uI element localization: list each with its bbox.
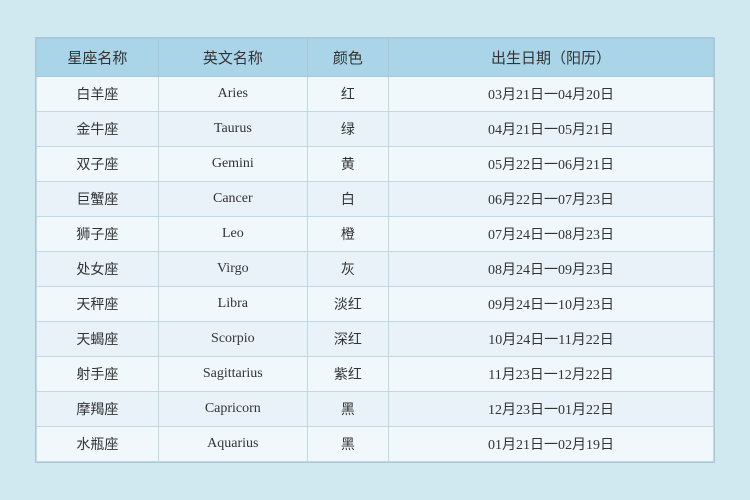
cell-chinese: 金牛座: [37, 112, 159, 147]
cell-date: 06月22日一07月23日: [389, 182, 714, 217]
cell-chinese: 处女座: [37, 252, 159, 287]
cell-color: 淡红: [307, 287, 388, 322]
cell-color: 紫红: [307, 357, 388, 392]
header-color: 颜色: [307, 39, 388, 77]
cell-chinese: 巨蟹座: [37, 182, 159, 217]
cell-date: 10月24日一11月22日: [389, 322, 714, 357]
cell-color: 黑: [307, 427, 388, 462]
cell-color: 绿: [307, 112, 388, 147]
table-row: 金牛座Taurus绿04月21日一05月21日: [37, 112, 714, 147]
cell-english: Sagittarius: [158, 357, 307, 392]
table-row: 狮子座Leo橙07月24日一08月23日: [37, 217, 714, 252]
table-row: 处女座Virgo灰08月24日一09月23日: [37, 252, 714, 287]
cell-color: 灰: [307, 252, 388, 287]
cell-date: 08月24日一09月23日: [389, 252, 714, 287]
cell-english: Cancer: [158, 182, 307, 217]
cell-chinese: 天秤座: [37, 287, 159, 322]
cell-english: Libra: [158, 287, 307, 322]
cell-color: 黑: [307, 392, 388, 427]
cell-date: 03月21日一04月20日: [389, 77, 714, 112]
cell-date: 05月22日一06月21日: [389, 147, 714, 182]
cell-chinese: 白羊座: [37, 77, 159, 112]
cell-chinese: 天蝎座: [37, 322, 159, 357]
cell-color: 红: [307, 77, 388, 112]
cell-chinese: 双子座: [37, 147, 159, 182]
zodiac-table-container: 星座名称 英文名称 颜色 出生日期（阳历） 白羊座Aries红03月21日一04…: [35, 37, 715, 463]
header-chinese: 星座名称: [37, 39, 159, 77]
cell-chinese: 水瓶座: [37, 427, 159, 462]
cell-english: Capricorn: [158, 392, 307, 427]
cell-english: Aquarius: [158, 427, 307, 462]
cell-date: 07月24日一08月23日: [389, 217, 714, 252]
cell-date: 01月21日一02月19日: [389, 427, 714, 462]
cell-color: 白: [307, 182, 388, 217]
cell-date: 04月21日一05月21日: [389, 112, 714, 147]
cell-date: 09月24日一10月23日: [389, 287, 714, 322]
header-date: 出生日期（阳历）: [389, 39, 714, 77]
table-row: 巨蟹座Cancer白06月22日一07月23日: [37, 182, 714, 217]
table-row: 天秤座Libra淡红09月24日一10月23日: [37, 287, 714, 322]
table-header-row: 星座名称 英文名称 颜色 出生日期（阳历）: [37, 39, 714, 77]
table-row: 射手座Sagittarius紫红11月23日一12月22日: [37, 357, 714, 392]
cell-color: 橙: [307, 217, 388, 252]
table-row: 摩羯座Capricorn黑12月23日一01月22日: [37, 392, 714, 427]
cell-date: 12月23日一01月22日: [389, 392, 714, 427]
cell-color: 黄: [307, 147, 388, 182]
cell-chinese: 狮子座: [37, 217, 159, 252]
cell-color: 深红: [307, 322, 388, 357]
cell-english: Leo: [158, 217, 307, 252]
cell-english: Gemini: [158, 147, 307, 182]
cell-english: Virgo: [158, 252, 307, 287]
table-row: 双子座Gemini黄05月22日一06月21日: [37, 147, 714, 182]
table-row: 白羊座Aries红03月21日一04月20日: [37, 77, 714, 112]
cell-chinese: 摩羯座: [37, 392, 159, 427]
zodiac-table: 星座名称 英文名称 颜色 出生日期（阳历） 白羊座Aries红03月21日一04…: [36, 38, 714, 462]
cell-english: Scorpio: [158, 322, 307, 357]
table-row: 天蝎座Scorpio深红10月24日一11月22日: [37, 322, 714, 357]
cell-date: 11月23日一12月22日: [389, 357, 714, 392]
cell-english: Taurus: [158, 112, 307, 147]
cell-english: Aries: [158, 77, 307, 112]
table-row: 水瓶座Aquarius黑01月21日一02月19日: [37, 427, 714, 462]
cell-chinese: 射手座: [37, 357, 159, 392]
header-english: 英文名称: [158, 39, 307, 77]
